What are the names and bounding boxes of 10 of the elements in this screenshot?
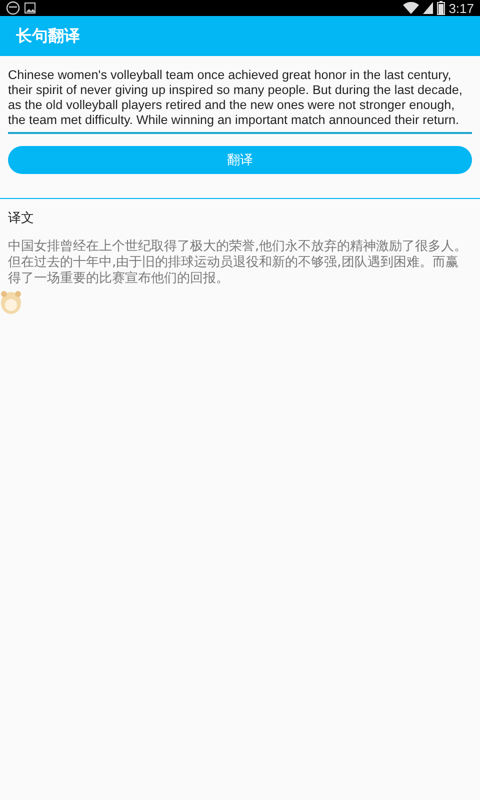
battery-icon (436, 1, 445, 15)
app-title: 长句翻译 (16, 26, 80, 46)
image-icon (24, 2, 36, 14)
input-field[interactable]: Chinese women's volleyball team once achieved great honor in the last century, their spirit of never giving up inspired so many people. But during the last decade, as the old volleyball players retired and the new ones were not stronger enough, the team met difficulty. While winning an important match announced their return. (8, 68, 472, 134)
wifi-icon (402, 2, 419, 14)
sticker-icon[interactable] (0, 289, 22, 315)
clock-time: 3:17 (448, 0, 474, 16)
translation-text: 中国女排曾经在上个世纪取得了极大的荣誉,他们永不放弃的精神激励了很多人。但在过去的十年中,由于旧的排球运动员退役和新的不够强,团队遇到困难。而赢得了一场重要的比赛宣布他们的回报。 (8, 239, 468, 287)
section-heading: 译文 (8, 210, 35, 227)
signal-icon (422, 2, 433, 14)
